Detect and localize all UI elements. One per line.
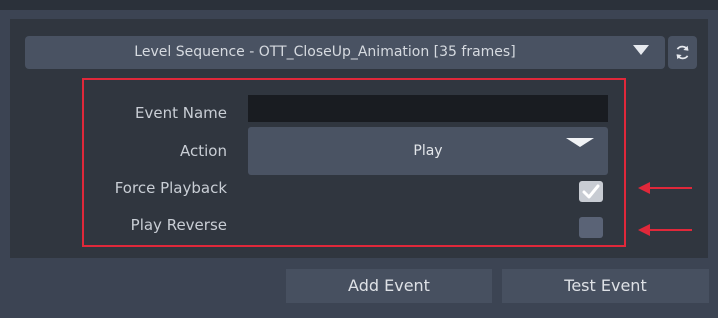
- red-arrow-icon: [638, 224, 692, 236]
- refresh-button[interactable]: [668, 36, 697, 69]
- test-event-button[interactable]: Test Event: [502, 269, 709, 303]
- refresh-icon: [676, 45, 689, 60]
- checkmark-icon: [582, 184, 600, 199]
- force-playback-checkbox[interactable]: [579, 181, 603, 202]
- add-event-button[interactable]: Add Event: [286, 269, 492, 303]
- action-label: Action: [180, 142, 227, 160]
- action-dropdown[interactable]: Play: [248, 127, 608, 175]
- caret-down-icon[interactable]: [566, 138, 594, 147]
- event-name-label: Event Name: [135, 104, 227, 122]
- event-name-input[interactable]: [248, 95, 608, 122]
- play-reverse-label: Play Reverse: [130, 216, 227, 234]
- action-dropdown-value: Play: [413, 143, 443, 159]
- play-reverse-checkbox[interactable]: [579, 217, 603, 238]
- red-arrow-icon: [638, 182, 692, 194]
- top-strip: [0, 0, 718, 10]
- sequence-dropdown-label: Level Sequence - OTT_CloseUp_Animation […: [134, 44, 516, 60]
- force-playback-label: Force Playback: [114, 179, 227, 197]
- sequence-dropdown[interactable]: Level Sequence - OTT_CloseUp_Animation […: [25, 36, 665, 69]
- caret-down-icon[interactable]: [633, 45, 649, 55]
